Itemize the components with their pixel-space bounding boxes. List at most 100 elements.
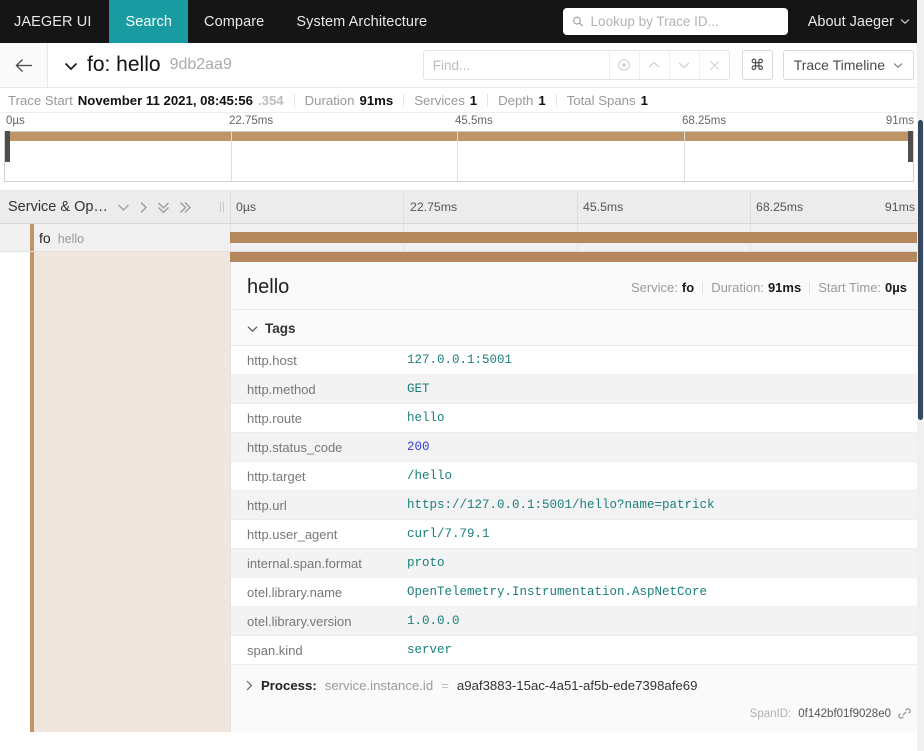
timeline-tick-2: 45.5ms bbox=[583, 200, 624, 214]
span-id-value: 0f142bf01f9028e0 bbox=[798, 707, 891, 720]
tag-value: curl/7.79.1 bbox=[391, 519, 923, 549]
column-resizer-icon[interactable]: | | bbox=[219, 201, 225, 213]
timeline-tick-1: 22.75ms bbox=[410, 200, 458, 214]
duration-label: Duration bbox=[304, 92, 355, 108]
span-id-row: SpanID: 0f142bf01f9028e0 bbox=[231, 693, 923, 720]
find-next-button[interactable] bbox=[668, 51, 699, 79]
minimap-tick-0: 0µs bbox=[6, 115, 25, 127]
trace-start-label: Trace Start bbox=[8, 92, 73, 108]
span-names: fo hello bbox=[0, 230, 84, 246]
chevron-down-icon bbox=[900, 19, 910, 24]
chevron-down-icon[interactable] bbox=[64, 62, 78, 71]
nav-item-system-architecture[interactable]: System Architecture bbox=[280, 0, 443, 43]
tag-key: http.method bbox=[231, 374, 391, 404]
tag-row: span.kind server bbox=[231, 635, 923, 665]
find-focus-button[interactable] bbox=[608, 51, 639, 79]
tag-value: proto bbox=[391, 548, 923, 578]
minimap-gridline bbox=[231, 132, 232, 181]
nav-item-compare[interactable]: Compare bbox=[188, 0, 280, 43]
span-row-label-cell[interactable]: fo hello bbox=[0, 224, 230, 251]
arrow-left-icon bbox=[14, 58, 32, 72]
app-logo[interactable]: JAEGER UI bbox=[0, 0, 109, 43]
span-row[interactable]: fo hello bbox=[0, 224, 924, 252]
tag-row: http.target/hello bbox=[231, 461, 923, 491]
about-jaeger-menu[interactable]: About Jaeger bbox=[788, 14, 924, 30]
tag-row: http.host 127.0.0.1:5001 bbox=[231, 345, 923, 375]
span-row-bar-cell[interactable] bbox=[230, 224, 924, 251]
tag-row: http.status_code 200 bbox=[231, 432, 923, 462]
nav-item-search[interactable]: Search bbox=[109, 0, 188, 43]
tag-key: otel.library.name bbox=[231, 577, 391, 607]
services-value: 1 bbox=[469, 92, 478, 108]
timeline-column-header: Service & Op… | | 0µs 22.75ms 45.5ms 68.… bbox=[0, 191, 924, 224]
minimap-tick-3: 68.25ms bbox=[682, 115, 727, 127]
depth-value: 1 bbox=[538, 92, 546, 108]
minimap-tick-labels: 0µs 22.75ms 45.5ms 68.25ms 91ms bbox=[0, 113, 924, 131]
column-header-label: Service & Op… bbox=[8, 199, 108, 215]
tag-row: http.method GET bbox=[231, 374, 923, 404]
page-title: fo: hello bbox=[87, 53, 161, 76]
span-color-accent bbox=[30, 224, 34, 251]
find-input[interactable] bbox=[423, 51, 609, 79]
services-label: Services bbox=[414, 92, 465, 108]
double-chevron-down-icon[interactable] bbox=[157, 201, 170, 214]
span-detail-panel: hello Service: fo Duration: 91ms Start T… bbox=[230, 262, 924, 732]
chevron-down-icon[interactable] bbox=[117, 203, 130, 212]
tag-key: http.target bbox=[231, 461, 391, 491]
back-button[interactable] bbox=[0, 43, 48, 87]
view-selector-label: Trace Timeline bbox=[793, 57, 885, 73]
span-detail-operation-name: hello bbox=[247, 276, 290, 298]
view-selector[interactable]: Trace Timeline bbox=[782, 50, 914, 80]
summary-duration: Duration 91ms bbox=[295, 93, 404, 108]
total-spans-value: 1 bbox=[640, 92, 648, 108]
timeline-tick-header: 0µs 22.75ms 45.5ms 68.25ms 91ms bbox=[230, 191, 924, 223]
trace-header: fo: hello 9db2aa9 Find... ⌘ Trace Timeli… bbox=[0, 43, 924, 88]
minimap-tick-1: 22.75ms bbox=[229, 115, 274, 127]
timeline-tick-0: 0µs bbox=[236, 200, 257, 214]
summary-total-spans: Total Spans 1 bbox=[557, 93, 658, 108]
trace-minimap[interactable]: 0µs 22.75ms 45.5ms 68.25ms 91ms bbox=[0, 113, 924, 191]
tag-key: http.url bbox=[231, 490, 391, 520]
summary-services: Services 1 bbox=[404, 93, 487, 108]
trace-id-lookup[interactable] bbox=[562, 8, 788, 35]
tag-row: internal.span.format proto bbox=[231, 548, 923, 578]
search-icon bbox=[572, 16, 583, 27]
duration-value: 91ms bbox=[359, 92, 394, 108]
chevron-right-icon[interactable] bbox=[139, 201, 148, 214]
duration-label: Duration: bbox=[711, 280, 764, 295]
trace-title-wrap[interactable]: fo: hello 9db2aa9 bbox=[48, 43, 232, 87]
span-detail-header: hello Service: fo Duration: 91ms Start T… bbox=[233, 262, 921, 310]
minimap-drag-handle-right[interactable] bbox=[908, 131, 913, 162]
find-clear-button[interactable] bbox=[698, 51, 729, 79]
span-duration-bar[interactable] bbox=[230, 232, 924, 243]
tag-key: internal.span.format bbox=[231, 548, 391, 578]
tag-row: otel.library.name OpenTelemetry.Instrumen… bbox=[231, 577, 923, 607]
find-prev-button[interactable] bbox=[638, 51, 669, 79]
tag-value: hello bbox=[391, 403, 923, 433]
tags-section-label: Tags bbox=[265, 321, 296, 336]
tag-row: http.user_agent curl/7.79.1 bbox=[231, 519, 923, 549]
keyboard-shortcuts-button[interactable]: ⌘ bbox=[741, 50, 773, 80]
target-icon bbox=[618, 59, 631, 71]
tag-key: http.host bbox=[231, 345, 391, 375]
double-chevron-right-icon[interactable] bbox=[179, 201, 192, 214]
minimap-viewport[interactable] bbox=[4, 131, 914, 182]
page-scrollbar-thumb[interactable] bbox=[918, 120, 923, 420]
link-icon[interactable] bbox=[898, 707, 911, 720]
trace-short-id: 9db2aa9 bbox=[169, 56, 232, 73]
minimap-drag-handle-left[interactable] bbox=[5, 131, 10, 162]
chevron-up-icon bbox=[648, 61, 660, 68]
process-value: a9af3883-15ac-4a51-af5b-ede7398afe69 bbox=[456, 678, 698, 693]
start-time-value: 0µs bbox=[885, 280, 907, 295]
about-jaeger-label: About Jaeger bbox=[807, 13, 894, 30]
trace-id-input[interactable] bbox=[590, 14, 779, 29]
summary-trace-start: Trace Start November 11 2021, 08:45:56.3… bbox=[8, 93, 294, 108]
page-scrollbar-track[interactable] bbox=[917, 0, 924, 751]
tag-row: http.url https://127.0.0.1:5001/hello?nam… bbox=[231, 490, 923, 520]
tag-value: 1.0.0.0 bbox=[391, 606, 923, 636]
process-section[interactable]: Process: service.instance.id = a9af3883-… bbox=[231, 665, 923, 693]
depth-label: Depth bbox=[498, 92, 534, 108]
minimap-tick-2: 45.5ms bbox=[455, 115, 493, 127]
tags-section-toggle[interactable]: Tags bbox=[231, 310, 923, 345]
